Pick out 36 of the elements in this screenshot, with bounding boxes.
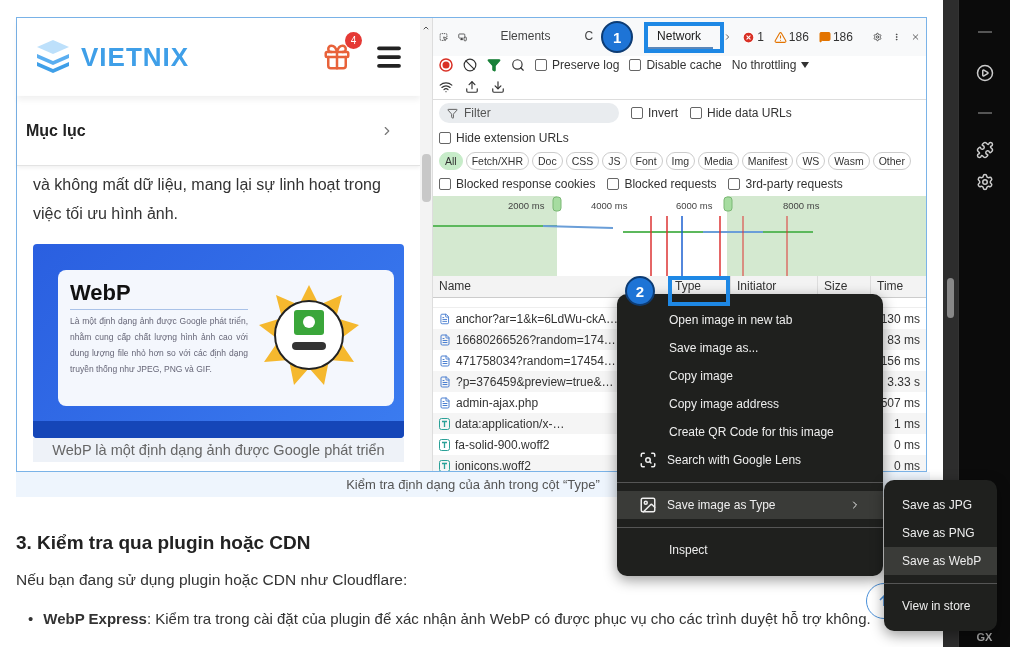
article-paragraph: Nếu bạn đang sử dụng plugin hoặc CDN như Cloudflare:: [16, 571, 408, 589]
warning-count: 186: [788, 30, 809, 44]
request-name: data:application/x-…: [433, 416, 618, 431]
request-name: 471758034?random=17454…: [433, 353, 618, 368]
section-heading: 3. Kiểm tra qua plugin hoặc CDN: [16, 532, 311, 554]
toc-title: Mục lục: [26, 121, 86, 140]
step-number: 2: [625, 276, 655, 306]
notification-badge: 4: [345, 32, 362, 49]
request-time: 156 ms: [880, 353, 921, 368]
timeline-tick-label: 4000 ms: [591, 200, 628, 211]
timeline-tick-label: 8000 ms: [783, 200, 820, 211]
image-caption: WebP là một định dạng ảnh được Google phát triển: [33, 438, 404, 462]
request-time: 3.33 s: [887, 374, 921, 389]
request-name: ?p=376459&preview=true&…: [433, 374, 618, 389]
request-time: 83 ms: [887, 332, 921, 347]
logo-text: VIETNIX: [81, 41, 190, 73]
banner-title: WebP: [70, 280, 248, 310]
timeline-tick-label: 6000 ms: [676, 200, 713, 211]
gx-label: GX: [976, 631, 993, 643]
bullet-marker: •: [28, 609, 34, 629]
article-paragraph: và không mất dữ liệu, mang lại sự linh hoạt trong việc tối ưu hình ảnh.: [32, 175, 382, 224]
request-name: admin-ajax.php: [433, 395, 618, 410]
request-name: 16680266526?random=174…: [433, 332, 618, 347]
request-name: fa-solid-900.woff2: [433, 437, 618, 452]
step-number: 1: [601, 21, 634, 53]
banner-description: Là một định dạng ảnh được Google phát triển, nhằm cung cấp chất lượng hình ảnh cao với dung lượng file nhỏ hơn so với các định dạng truyền thống như JPEG, PNG và GIF.: [70, 315, 248, 376]
request-time: 0 ms: [894, 458, 921, 471]
request-name: ionicons.woff2: [433, 458, 618, 471]
request-time: 1 ms: [894, 416, 921, 431]
issue-count: 186: [832, 30, 853, 44]
bullet-text: WebP Express: Kiểm tra trong cài đặt của plugin để xác nhận ảnh WebP có được phục vụ cho các trình duyệt hỗ trợ không.: [43, 609, 871, 629]
request-time: 0 ms: [894, 437, 921, 452]
request-time: 130 ms: [880, 311, 921, 326]
request-name: anchor?ar=1&k=6LdWu-ckA…: [433, 311, 618, 326]
timeline-tick-label: 2000 ms: [508, 200, 545, 211]
error-count: 1: [757, 30, 764, 44]
